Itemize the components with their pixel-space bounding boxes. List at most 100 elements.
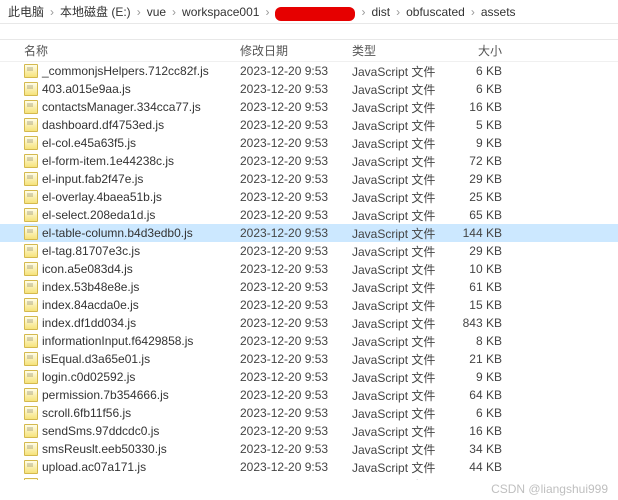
breadcrumb-item[interactable]: 此电脑 <box>8 3 44 20</box>
table-row[interactable]: permission.7b354666.js2023-12-20 9:53Jav… <box>0 386 618 404</box>
file-name-text: index.df1dd034.js <box>42 316 136 330</box>
file-name-text: user.807fc29e.js <box>42 478 129 480</box>
header-name[interactable]: 名称 <box>24 42 240 59</box>
table-row[interactable]: _commonjsHelpers.712cc82f.js2023-12-20 9… <box>0 62 618 80</box>
table-row[interactable]: smsReuslt.eeb50330.js2023-12-20 9:53Java… <box>0 440 618 458</box>
breadcrumb-item[interactable]: obfuscated <box>406 5 465 19</box>
breadcrumb[interactable]: 此电脑›本地磁盘 (E:)›vue›workspace001››dist›obf… <box>0 0 618 24</box>
file-type: JavaScript 文件 <box>352 171 442 188</box>
file-type: JavaScript 文件 <box>352 117 442 134</box>
breadcrumb-item-redacted[interactable] <box>275 7 355 21</box>
file-type: JavaScript 文件 <box>352 405 442 422</box>
file-size: 6 KB <box>442 82 502 96</box>
table-row[interactable]: icon.a5e083d4.js2023-12-20 9:53JavaScrip… <box>0 260 618 278</box>
table-row[interactable]: el-input.fab2f47e.js2023-12-20 9:53JavaS… <box>0 170 618 188</box>
file-date: 2023-12-20 9:53 <box>240 388 352 402</box>
file-name-cell: el-select.208eda1d.js <box>24 208 240 222</box>
file-name-text: upload.ac07a171.js <box>42 460 146 474</box>
file-size: 9 KB <box>442 370 502 384</box>
file-date: 2023-12-20 9:53 <box>240 118 352 132</box>
js-file-icon <box>24 226 38 240</box>
file-type: JavaScript 文件 <box>352 135 442 152</box>
table-row[interactable]: el-select.208eda1d.js 2023-12-20 9:53Java… <box>0 206 618 224</box>
file-name-text: dashboard.df4753ed.js <box>42 118 164 132</box>
js-file-icon <box>24 244 38 258</box>
file-name-text: sendSms.97ddcdc0.js <box>42 424 159 438</box>
file-date: 2023-12-20 9:53 <box>240 208 352 222</box>
file-date: 2023-12-20 9:53 <box>240 262 352 276</box>
file-date: 2023-12-20 9:53 <box>240 424 352 438</box>
file-date: 2023-12-20 9:53 <box>240 190 352 204</box>
header-size[interactable]: 大小 <box>442 42 502 59</box>
file-type: JavaScript 文件 <box>352 297 442 314</box>
column-headers[interactable]: 名称 修改日期 类型 大小 <box>0 40 618 62</box>
breadcrumb-item[interactable]: workspace001 <box>182 5 259 19</box>
file-name-cell: scroll.6fb11f56.js <box>24 406 240 420</box>
js-file-icon <box>24 298 38 312</box>
toolbar-spacer <box>0 24 618 40</box>
breadcrumb-item[interactable]: 本地磁盘 (E:) <box>60 3 131 20</box>
file-type: JavaScript 文件 <box>352 441 442 458</box>
file-name-text: el-select.208eda1d.js <box>42 208 155 222</box>
file-date: 2023-12-20 9:53 <box>240 280 352 294</box>
file-type: JavaScript 文件 <box>352 207 442 224</box>
header-date[interactable]: 修改日期 <box>240 42 352 59</box>
file-type: JavaScript 文件 <box>352 225 442 242</box>
file-type: JavaScript 文件 <box>352 477 442 481</box>
file-name-text: index.53b48e8e.js <box>42 280 139 294</box>
file-date: 2023-12-20 9:53 <box>240 226 352 240</box>
file-name-cell: el-form-item.1e44238c.js <box>24 154 240 168</box>
table-row[interactable]: index.84acda0e.js 2023-12-20 9:53JavaScri… <box>0 296 618 314</box>
file-list[interactable]: _commonjsHelpers.712cc82f.js2023-12-20 9… <box>0 62 618 480</box>
file-name-text: index.84acda0e.js <box>42 298 139 312</box>
table-row[interactable]: sendSms.97ddcdc0.js2023-12-20 9:53JavaSc… <box>0 422 618 440</box>
file-type: JavaScript 文件 <box>352 279 442 296</box>
file-size: 65 KB <box>442 208 502 222</box>
table-row[interactable]: index.53b48e8e.js 2023-12-20 9:53JavaScri… <box>0 278 618 296</box>
file-date: 2023-12-20 9:53 <box>240 136 352 150</box>
breadcrumb-item[interactable]: dist <box>371 5 390 19</box>
table-row[interactable]: el-tag.81707e3c.js2023-12-20 9:53JavaScr… <box>0 242 618 260</box>
table-row[interactable]: index.df1dd034.js2023-12-20 9:53JavaScri… <box>0 314 618 332</box>
file-date: 2023-12-20 9:53 <box>240 298 352 312</box>
breadcrumb-item[interactable]: vue <box>147 5 166 19</box>
file-size: 6 KB <box>442 406 502 420</box>
file-name-cell: user.807fc29e.js <box>24 478 240 480</box>
table-row[interactable]: el-form-item.1e44238c.js2023-12-20 9:53J… <box>0 152 618 170</box>
table-row[interactable]: el-table-column.b4d3edb0.js2023-12-20 9:… <box>0 224 618 242</box>
file-name-cell: smsReuslt.eeb50330.js <box>24 442 240 456</box>
file-name-cell: el-input.fab2f47e.js <box>24 172 240 186</box>
file-name-text: el-overlay.4baea51b.js <box>42 190 162 204</box>
file-size: 10 KB <box>442 262 502 276</box>
table-row[interactable]: isEqual.d3a65e01.js2023-12-20 9:53JavaSc… <box>0 350 618 368</box>
file-name-cell: index.84acda0e.js <box>24 298 240 312</box>
table-row[interactable]: contactsManager.334cca77.js2023-12-20 9:… <box>0 98 618 116</box>
breadcrumb-item[interactable]: assets <box>481 5 516 19</box>
table-row[interactable]: login.c0d02592.js 2023-12-20 9:53JavaScri… <box>0 368 618 386</box>
file-type: JavaScript 文件 <box>352 387 442 404</box>
table-row[interactable]: el-overlay.4baea51b.js2023-12-20 9:53Jav… <box>0 188 618 206</box>
table-row[interactable]: informationInput.f6429858.js2023-12-20 9… <box>0 332 618 350</box>
table-row[interactable]: 403.a015e9aa.js2023-12-20 9:53JavaScript… <box>0 80 618 98</box>
header-type[interactable]: 类型 <box>352 42 442 59</box>
file-name-text: login.c0d02592.js <box>42 370 135 384</box>
file-date: 2023-12-20 9:53 <box>240 370 352 384</box>
file-type: JavaScript 文件 <box>352 261 442 278</box>
table-row[interactable]: scroll.6fb11f56.js 2023-12-20 9:53JavaScr… <box>0 404 618 422</box>
file-name-text: scroll.6fb11f56.js <box>42 406 131 420</box>
file-size: 115 KB <box>442 478 502 480</box>
js-file-icon <box>24 424 38 438</box>
file-type: JavaScript 文件 <box>352 459 442 476</box>
table-row[interactable]: upload.ac07a171.js2023-12-20 9:53JavaScr… <box>0 458 618 476</box>
file-name-text: 403.a015e9aa.js <box>42 82 131 96</box>
file-type: JavaScript 文件 <box>352 369 442 386</box>
js-file-icon <box>24 460 38 474</box>
file-size: 29 KB <box>442 172 502 186</box>
table-row[interactable]: el-col.e45a63f5.js2023-12-20 9:53JavaScr… <box>0 134 618 152</box>
file-date: 2023-12-20 9:53 <box>240 406 352 420</box>
js-file-icon <box>24 406 38 420</box>
js-file-icon <box>24 388 38 402</box>
js-file-icon <box>24 172 38 186</box>
table-row[interactable]: user.807fc29e.js2023-12-20 9:53JavaScrip… <box>0 476 618 480</box>
table-row[interactable]: dashboard.df4753ed.js 2023-12-20 9:53Java… <box>0 116 618 134</box>
